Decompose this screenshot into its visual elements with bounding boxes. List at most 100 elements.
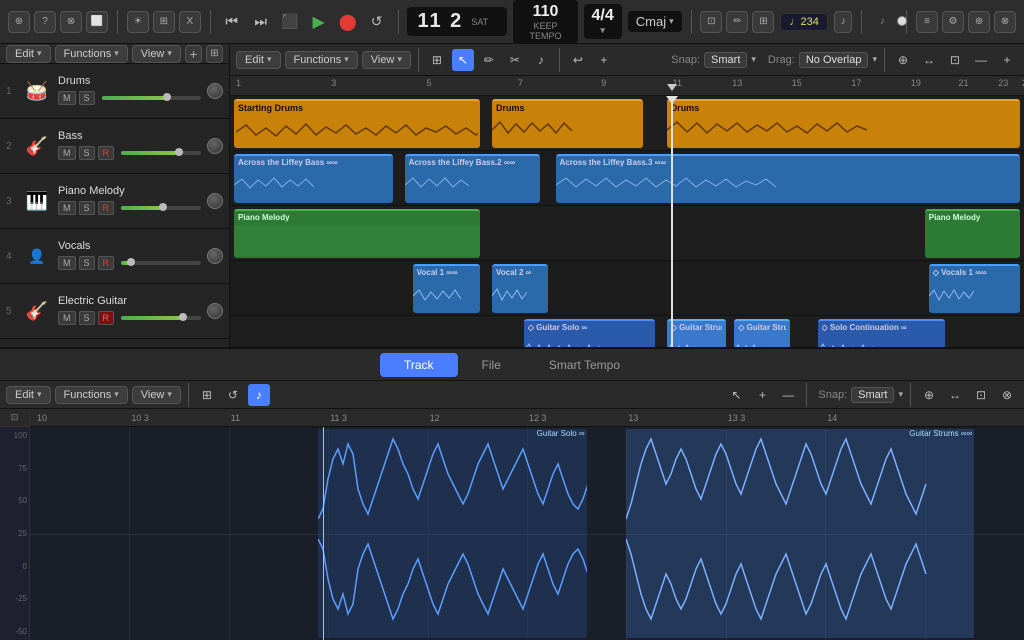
track-item-choir[interactable]: 6 👥 Choir Vocals M S R [0, 339, 229, 347]
vol-knob-vocals[interactable] [207, 248, 223, 264]
play-button[interactable]: ▶ [307, 10, 331, 34]
resize-icon[interactable]: ↔ [918, 49, 940, 71]
midi-tool[interactable]: ♪ [530, 49, 552, 71]
share-icon[interactable]: ⊗ [994, 11, 1016, 33]
toolbar-btn-2[interactable]: ? [34, 11, 56, 33]
track-row-vocals[interactable]: Vocal 1 ∞∞ Vocal 2 ∞ ◇ Vocals 1 ∞∞ [230, 261, 1024, 316]
bottom-left-icon[interactable]: + [751, 384, 773, 406]
position-display[interactable]: 11 2 SAT [407, 7, 507, 36]
forward-button[interactable]: ⏭ [249, 10, 273, 34]
bottom-link-icon[interactable]: ⊞ [196, 384, 218, 406]
snap-value[interactable]: Smart [704, 52, 747, 68]
track-item-drums[interactable]: 1 🥁 Drums M S [0, 64, 229, 119]
time-signature-display[interactable]: 4/4 ▾ [584, 4, 622, 39]
bottom-clip-guitar-strums[interactable]: Guitar Strums ∞∞ [626, 429, 974, 638]
mute-btn-bass[interactable]: M [58, 146, 76, 160]
vol-knob-guitar[interactable] [207, 303, 223, 319]
clip-drums-3[interactable]: Drums [667, 99, 1020, 148]
add-track-button[interactable]: + [185, 45, 202, 63]
clip-vocal-2[interactable]: Vocal 2 ∞ [492, 264, 548, 313]
bottom-zoom-out-icon[interactable]: ⊡ [970, 384, 992, 406]
expand-icon[interactable]: ⊡ [944, 49, 966, 71]
vol-knob-drums[interactable] [207, 83, 223, 99]
record-button[interactable]: ⬤ [336, 10, 360, 34]
bottom-functions-button[interactable]: Functions ▾ [55, 386, 128, 404]
clip-solo-continuation[interactable]: ◇ Solo Continuation ∞ [818, 319, 945, 347]
arrange-view-button[interactable]: View ▾ [362, 51, 411, 69]
key-display[interactable]: Cmaj ▾ [628, 11, 682, 32]
rewind-button[interactable]: ⏮ [220, 10, 244, 34]
clip-guitar-solo[interactable]: ◇ Guitar Solo ∞ [524, 319, 655, 347]
clip-drums-2[interactable]: Drums [492, 99, 643, 148]
merge-icon[interactable]: ⊕ [892, 49, 914, 71]
zoom-out-icon[interactable]: — [970, 49, 992, 71]
scissors-tool[interactable]: ✂ [504, 49, 526, 71]
tab-track[interactable]: Track [380, 353, 458, 377]
piano-roll-icon[interactable]: ⊞ [752, 11, 774, 33]
vol-knob-piano[interactable] [207, 193, 223, 209]
track-row-guitar[interactable]: ◇ Guitar Solo ∞ ◇ Guitar Strums ◇ Guitar… [230, 316, 1024, 347]
clip-piano-2[interactable]: Piano Melody [925, 209, 1020, 258]
bottom-pointer-tool[interactable]: ♪ [248, 384, 270, 406]
select-tool[interactable]: ⊞ [426, 49, 448, 71]
solo-btn-vocals[interactable]: S [79, 256, 95, 270]
cycle-button[interactable]: ↺ [365, 10, 389, 34]
record-btn-piano[interactable]: R [98, 201, 115, 215]
solo-btn-bass[interactable]: S [79, 146, 95, 160]
toolbar-btn-3[interactable]: ⊗ [60, 11, 82, 33]
clip-bass-1[interactable]: Across the Liffey Bass ∞∞ [234, 154, 393, 203]
master-volume-slider[interactable]: ♪ [871, 11, 897, 33]
solo-btn-piano[interactable]: S [79, 201, 95, 215]
pointer-tool[interactable]: ↖ [452, 49, 474, 71]
bottom-right-icon[interactable]: — [777, 384, 799, 406]
tuner-icon[interactable]: ♪ [834, 11, 853, 33]
bottom-close-icon[interactable]: ⊗ [996, 384, 1018, 406]
drag-value[interactable]: No Overlap [799, 52, 869, 68]
mute-btn-vocals[interactable]: M [58, 256, 76, 270]
tab-file[interactable]: File [458, 353, 525, 377]
bottom-cursor-tool[interactable]: ↖ [725, 384, 747, 406]
bottom-snap-value[interactable]: Smart [851, 387, 894, 403]
toolbar-btn-1[interactable]: ⊕ [8, 11, 30, 33]
pencil-icon[interactable]: ✏ [726, 11, 748, 33]
edit-menu-button[interactable]: Edit ▾ [6, 45, 51, 63]
solo-btn-drums[interactable]: S [79, 91, 95, 105]
track-row-bass[interactable]: Across the Liffey Bass ∞∞ Across the Lif… [230, 151, 1024, 206]
bottom-clip-guitar-solo[interactable]: Guitar Solo ∞ [318, 429, 586, 638]
mute-btn-guitar[interactable]: M [58, 311, 76, 325]
bottom-loop-icon[interactable]: ↺ [222, 384, 244, 406]
arrange-functions-button[interactable]: Functions ▾ [285, 51, 358, 69]
bottom-merge-icon[interactable]: ⊕ [918, 384, 940, 406]
bottom-edit-button[interactable]: Edit ▾ [6, 386, 51, 404]
join-tool[interactable]: + [593, 49, 615, 71]
track-row-drums[interactable]: Starting Drums Drums Drums [230, 96, 1024, 151]
clip-guitar-strums-2[interactable]: ◇ Guitar Strums [734, 319, 790, 347]
vol-knob-bass[interactable] [207, 138, 223, 154]
lcd-display[interactable]: ♩234 [780, 13, 827, 31]
record-btn-bass[interactable]: R [98, 146, 115, 160]
clip-starting-drums[interactable]: Starting Drums [234, 99, 480, 148]
mute-btn-piano[interactable]: M [58, 201, 76, 215]
clip-piano-1[interactable]: Piano Melody [234, 209, 480, 258]
tab-smart-tempo[interactable]: Smart Tempo [525, 353, 644, 377]
solo-btn-guitar[interactable]: S [79, 311, 95, 325]
list-icon[interactable]: ≡ [916, 11, 938, 33]
view-menu-button[interactable]: View ▾ [132, 45, 181, 63]
toolbar-btn-4[interactable]: ⬜ [86, 11, 108, 33]
grid-icon[interactable]: ⊞ [153, 11, 175, 33]
record-btn-vocals[interactable]: R [98, 256, 115, 270]
pencil-tool[interactable]: ✏ [478, 49, 500, 71]
settings-icon[interactable]: ⚙ [942, 11, 964, 33]
search-icon[interactable]: ⊕ [968, 11, 990, 33]
stop-button[interactable]: ⬛ [278, 10, 302, 34]
track-row-piano[interactable]: Piano Melody Piano Melody [230, 206, 1024, 261]
clip-guitar-strums-1[interactable]: ◇ Guitar Strums [667, 319, 727, 347]
clip-bass-2[interactable]: Across the Liffey Bass.2 ∞∞ [405, 154, 540, 203]
track-item-guitar[interactable]: 5 🎸 Electric Guitar M S R [0, 284, 229, 339]
clip-bass-3[interactable]: Across the Liffey Bass.3 ∞∞ [556, 154, 1020, 203]
track-options-button[interactable]: ⊞ [206, 45, 223, 63]
mixer-icon[interactable]: ⊡ [700, 11, 722, 33]
tempo-display[interactable]: 110 KEEP TEMPO [513, 0, 577, 44]
record-btn-guitar[interactable]: R [98, 311, 115, 325]
track-item-bass[interactable]: 2 🎸 Bass M S R [0, 119, 229, 174]
